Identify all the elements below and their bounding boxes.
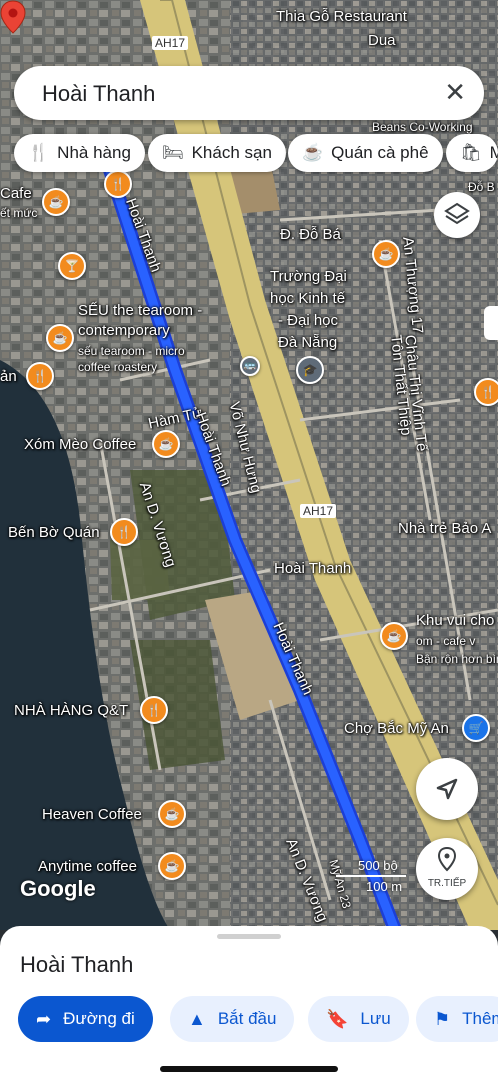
map-label: Dua — [368, 32, 396, 49]
restaurant-icon[interactable]: 🍴 — [140, 696, 168, 724]
place-title: Hoài Thanh — [20, 952, 134, 977]
coffee-icon[interactable]: ☕ — [42, 188, 70, 216]
restaurant-icon[interactable]: 🍴 — [26, 362, 54, 390]
directions-button[interactable]: ➦ Đường đi — [18, 996, 153, 1042]
restaurant-icon[interactable]: 🍴 — [474, 378, 498, 406]
save-button[interactable]: 🔖 Lưu — [308, 996, 409, 1042]
start-button[interactable]: ▲ Bắt đầu — [170, 996, 295, 1042]
restaurant-icon: 🍴 — [28, 143, 50, 162]
map-label[interactable]: Heaven Coffee — [42, 806, 142, 824]
map-label[interactable]: Khu vui cho — [416, 612, 494, 630]
map-label[interactable]: học Kinh tế — [270, 290, 345, 308]
layers-icon — [444, 202, 470, 225]
close-icon[interactable]: ✕ — [444, 78, 466, 106]
restaurant-icon[interactable]: 🍴 — [110, 518, 138, 546]
location-pin-icon — [437, 846, 457, 872]
school-icon[interactable]: 🎓 — [296, 356, 324, 384]
highway-shield: AH17 — [300, 504, 337, 518]
coffee-icon[interactable]: ☕ — [380, 622, 408, 650]
street-label: Đ. Đỗ Bá — [280, 226, 341, 243]
map-label: ản — [0, 368, 17, 385]
map-label[interactable]: Cafe — [0, 185, 32, 203]
map-label[interactable]: NHÀ HÀNG Q&T — [14, 702, 128, 720]
more-button[interactable]: ⚑Thêm — [416, 996, 498, 1042]
nearby-button[interactable]: TR.TIẾP — [416, 838, 478, 900]
selected-place-label[interactable]: Hoài Thanh — [274, 560, 351, 578]
nearby-label: TR.TIẾP — [427, 878, 467, 889]
restaurant-icon[interactable]: 🍴 — [104, 170, 132, 198]
layers-button[interactable] — [434, 192, 480, 238]
coffee-icon[interactable]: ☕ — [158, 800, 186, 828]
map-label: om - cafe v — [416, 634, 476, 648]
coffee-icon[interactable]: ☕ — [372, 240, 400, 268]
coffee-icon: ☕ — [302, 143, 324, 162]
chip-restaurants[interactable]: 🍴 Nhà hàng — [14, 134, 145, 172]
map-label[interactable]: Beans Co-Working — [372, 120, 473, 134]
chip-shopping[interactable]: 🛍 M — [446, 134, 498, 172]
map-label[interactable]: - Đại học — [278, 312, 338, 330]
shopping-cart-icon[interactable]: 🛒 — [462, 714, 490, 742]
highway-shield: AH17 — [152, 36, 189, 50]
map-label[interactable]: Xóm Mèo Coffee — [24, 436, 136, 454]
bar-icon[interactable]: 🍸 — [58, 252, 86, 280]
scale-bar: 500 bộ 100 m — [336, 858, 406, 894]
map-label[interactable]: Anytime coffee — [38, 858, 137, 876]
map-label[interactable]: contemporary — [78, 322, 170, 340]
map-label[interactable]: Đà Nẵng — [278, 334, 337, 352]
shopping-icon: 🛍 — [460, 143, 482, 162]
location-pin-icon[interactable] — [0, 0, 26, 34]
flag-icon: ⚑ — [434, 1008, 451, 1029]
coffee-icon[interactable]: ☕ — [46, 324, 74, 352]
chip-coffee[interactable]: ☕ Quán cà phê — [288, 134, 443, 172]
home-indicator — [160, 1066, 338, 1072]
chip-hotels[interactable]: 🛏 Khách sạn — [148, 134, 286, 172]
directions-icon: ➦ — [36, 1008, 52, 1029]
map-label[interactable]: SẾU the tearoom - — [78, 302, 202, 320]
map-label: ết mức — [0, 206, 38, 220]
map-label[interactable]: Trường Đại — [270, 268, 347, 286]
coffee-icon[interactable]: ☕ — [158, 852, 186, 880]
map-label[interactable]: Chợ Bắc Mỹ An — [344, 720, 449, 738]
side-panel-tab[interactable] — [484, 306, 498, 340]
google-logo: Google — [20, 876, 96, 901]
search-input[interactable]: Hoài Thanh — [42, 81, 155, 107]
map-label[interactable]: Thia Gỗ Restaurant — [276, 8, 407, 26]
navigate-icon: ▲ — [188, 1008, 206, 1029]
navigation-arrow-icon — [436, 778, 458, 800]
bottom-sheet[interactable]: Hoài Thanh ➦Đường đi ▲Bắt đầu 🔖Lưu ⚑Thêm — [0, 926, 498, 1080]
my-location-button[interactable] — [416, 758, 478, 820]
hotel-icon: 🛏 — [162, 143, 184, 162]
map-label: Bận rộn hơn bìn — [416, 652, 498, 666]
bus-stop-icon[interactable]: 🚌 — [240, 356, 260, 376]
search-bar[interactable]: Hoài Thanh ✕ — [14, 66, 484, 120]
map-label[interactable]: sếu tearoom - micro — [78, 344, 185, 358]
map-label[interactable]: Bến Bờ Quán — [8, 524, 100, 542]
bookmark-icon: 🔖 — [326, 1008, 349, 1029]
coffee-icon[interactable]: ☕ — [152, 430, 180, 458]
map-label[interactable]: Nhà trẻ Bảo A — [398, 520, 491, 538]
map-label[interactable]: coffee roastery — [78, 360, 157, 374]
drag-handle[interactable] — [217, 934, 281, 939]
